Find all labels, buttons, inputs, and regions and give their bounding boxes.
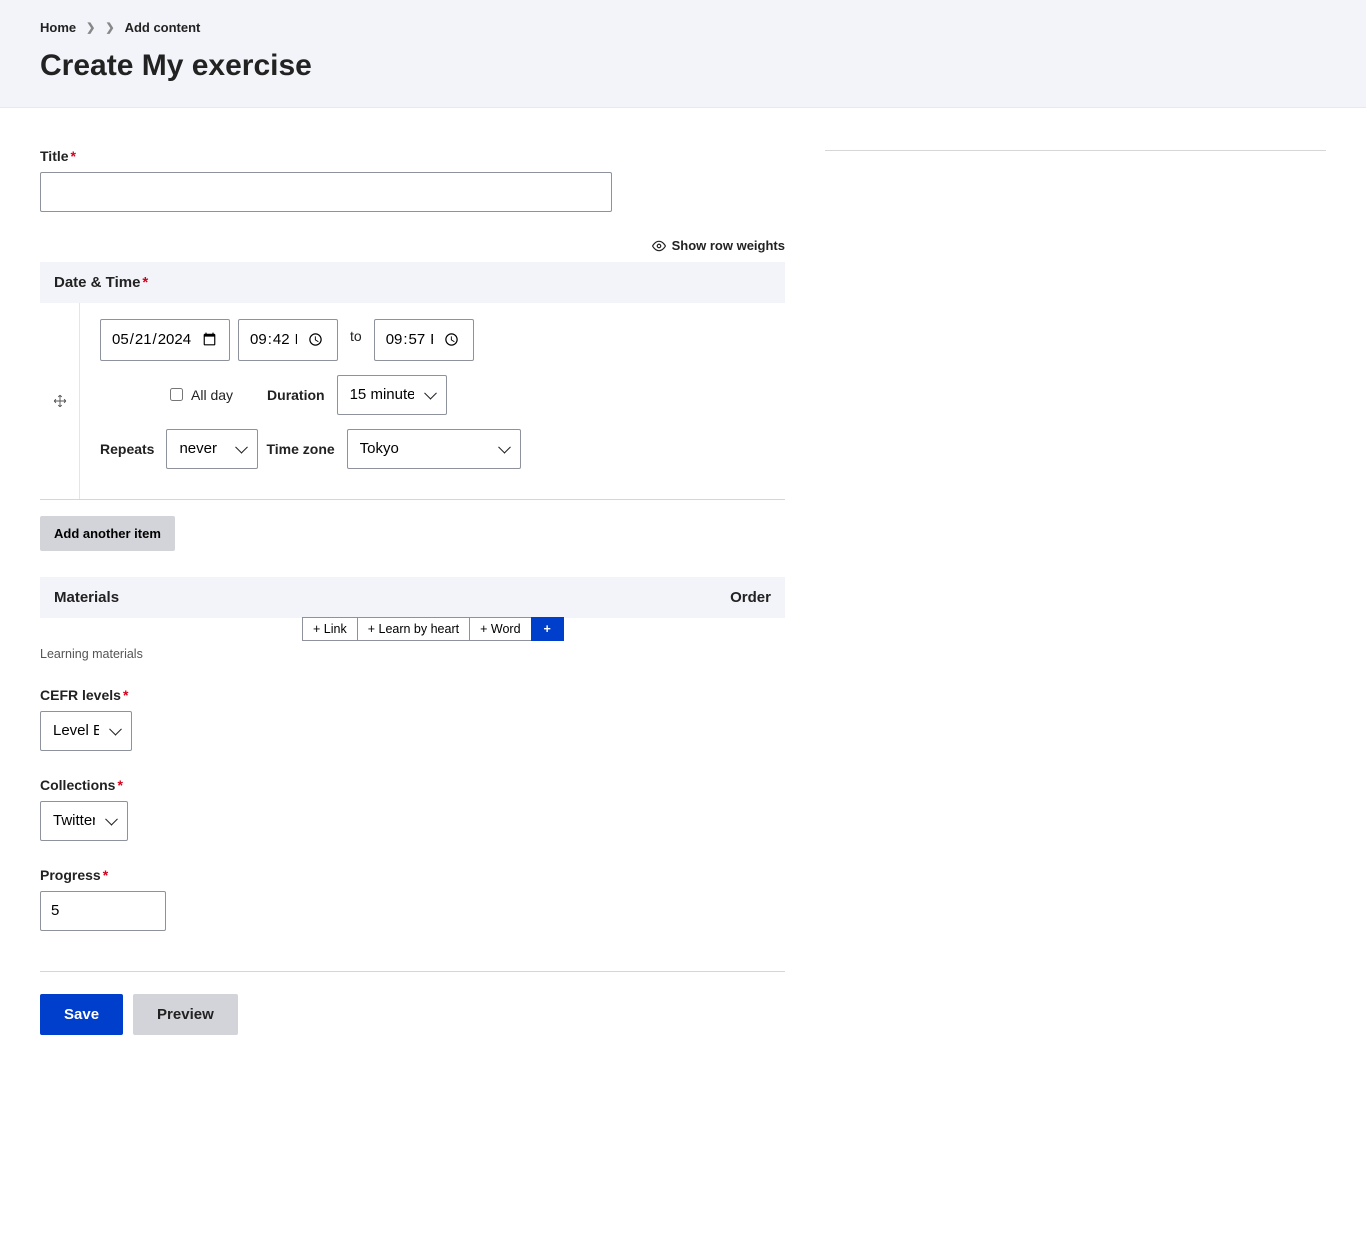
show-row-weights-label: Show row weights: [672, 238, 785, 253]
materials-order-label: Order: [730, 589, 771, 606]
drag-handle-icon[interactable]: [53, 394, 67, 408]
save-button[interactable]: Save: [40, 994, 123, 1035]
timezone-select[interactable]: Tokyo: [347, 429, 521, 469]
add-more-button[interactable]: +: [531, 617, 564, 641]
preview-button[interactable]: Preview: [133, 994, 238, 1035]
all-day-label: All day: [191, 387, 233, 403]
add-learn-by-heart-button[interactable]: + Learn by heart: [357, 617, 469, 641]
cefr-select[interactable]: Level B2: [40, 711, 132, 751]
duration-label: Duration: [267, 387, 325, 403]
duration-select[interactable]: 15 minutes: [337, 375, 447, 415]
repeats-select[interactable]: never: [166, 429, 258, 469]
cefr-label: CEFR levels*: [40, 687, 128, 703]
materials-hint: Learning materials: [40, 647, 785, 661]
title-input[interactable]: [40, 172, 612, 212]
start-date-input[interactable]: [100, 319, 230, 361]
breadcrumb: Home ❯ ❯ Add content: [40, 20, 1326, 35]
title-label: Title*: [40, 148, 76, 164]
chevron-right-icon: ❯: [86, 21, 95, 34]
breadcrumb-add-content: Add content: [125, 20, 201, 35]
add-another-item-button[interactable]: Add another item: [40, 516, 175, 551]
progress-input[interactable]: [40, 891, 166, 931]
eye-icon: [652, 239, 666, 253]
collections-select[interactable]: Twitter: [40, 801, 128, 841]
page-title: Create My exercise: [40, 49, 1326, 83]
repeats-label: Repeats: [100, 441, 154, 457]
chevron-right-icon: ❯: [105, 21, 114, 34]
materials-label: Materials: [54, 589, 119, 606]
timezone-label: Time zone: [266, 441, 334, 457]
add-link-button[interactable]: + Link: [302, 617, 357, 641]
all-day-checkbox[interactable]: [170, 388, 183, 401]
to-label: to: [350, 328, 362, 344]
materials-header: Materials Order: [40, 577, 785, 618]
end-time-input[interactable]: [374, 319, 474, 361]
sidebar-divider: [825, 150, 1326, 151]
add-word-button[interactable]: + Word: [469, 617, 530, 641]
collections-label: Collections*: [40, 777, 123, 793]
show-row-weights-toggle[interactable]: Show row weights: [652, 238, 785, 253]
start-time-input[interactable]: [238, 319, 338, 361]
breadcrumb-home[interactable]: Home: [40, 20, 76, 35]
datetime-section-header: Date & Time*: [40, 262, 785, 303]
progress-label: Progress*: [40, 867, 108, 883]
